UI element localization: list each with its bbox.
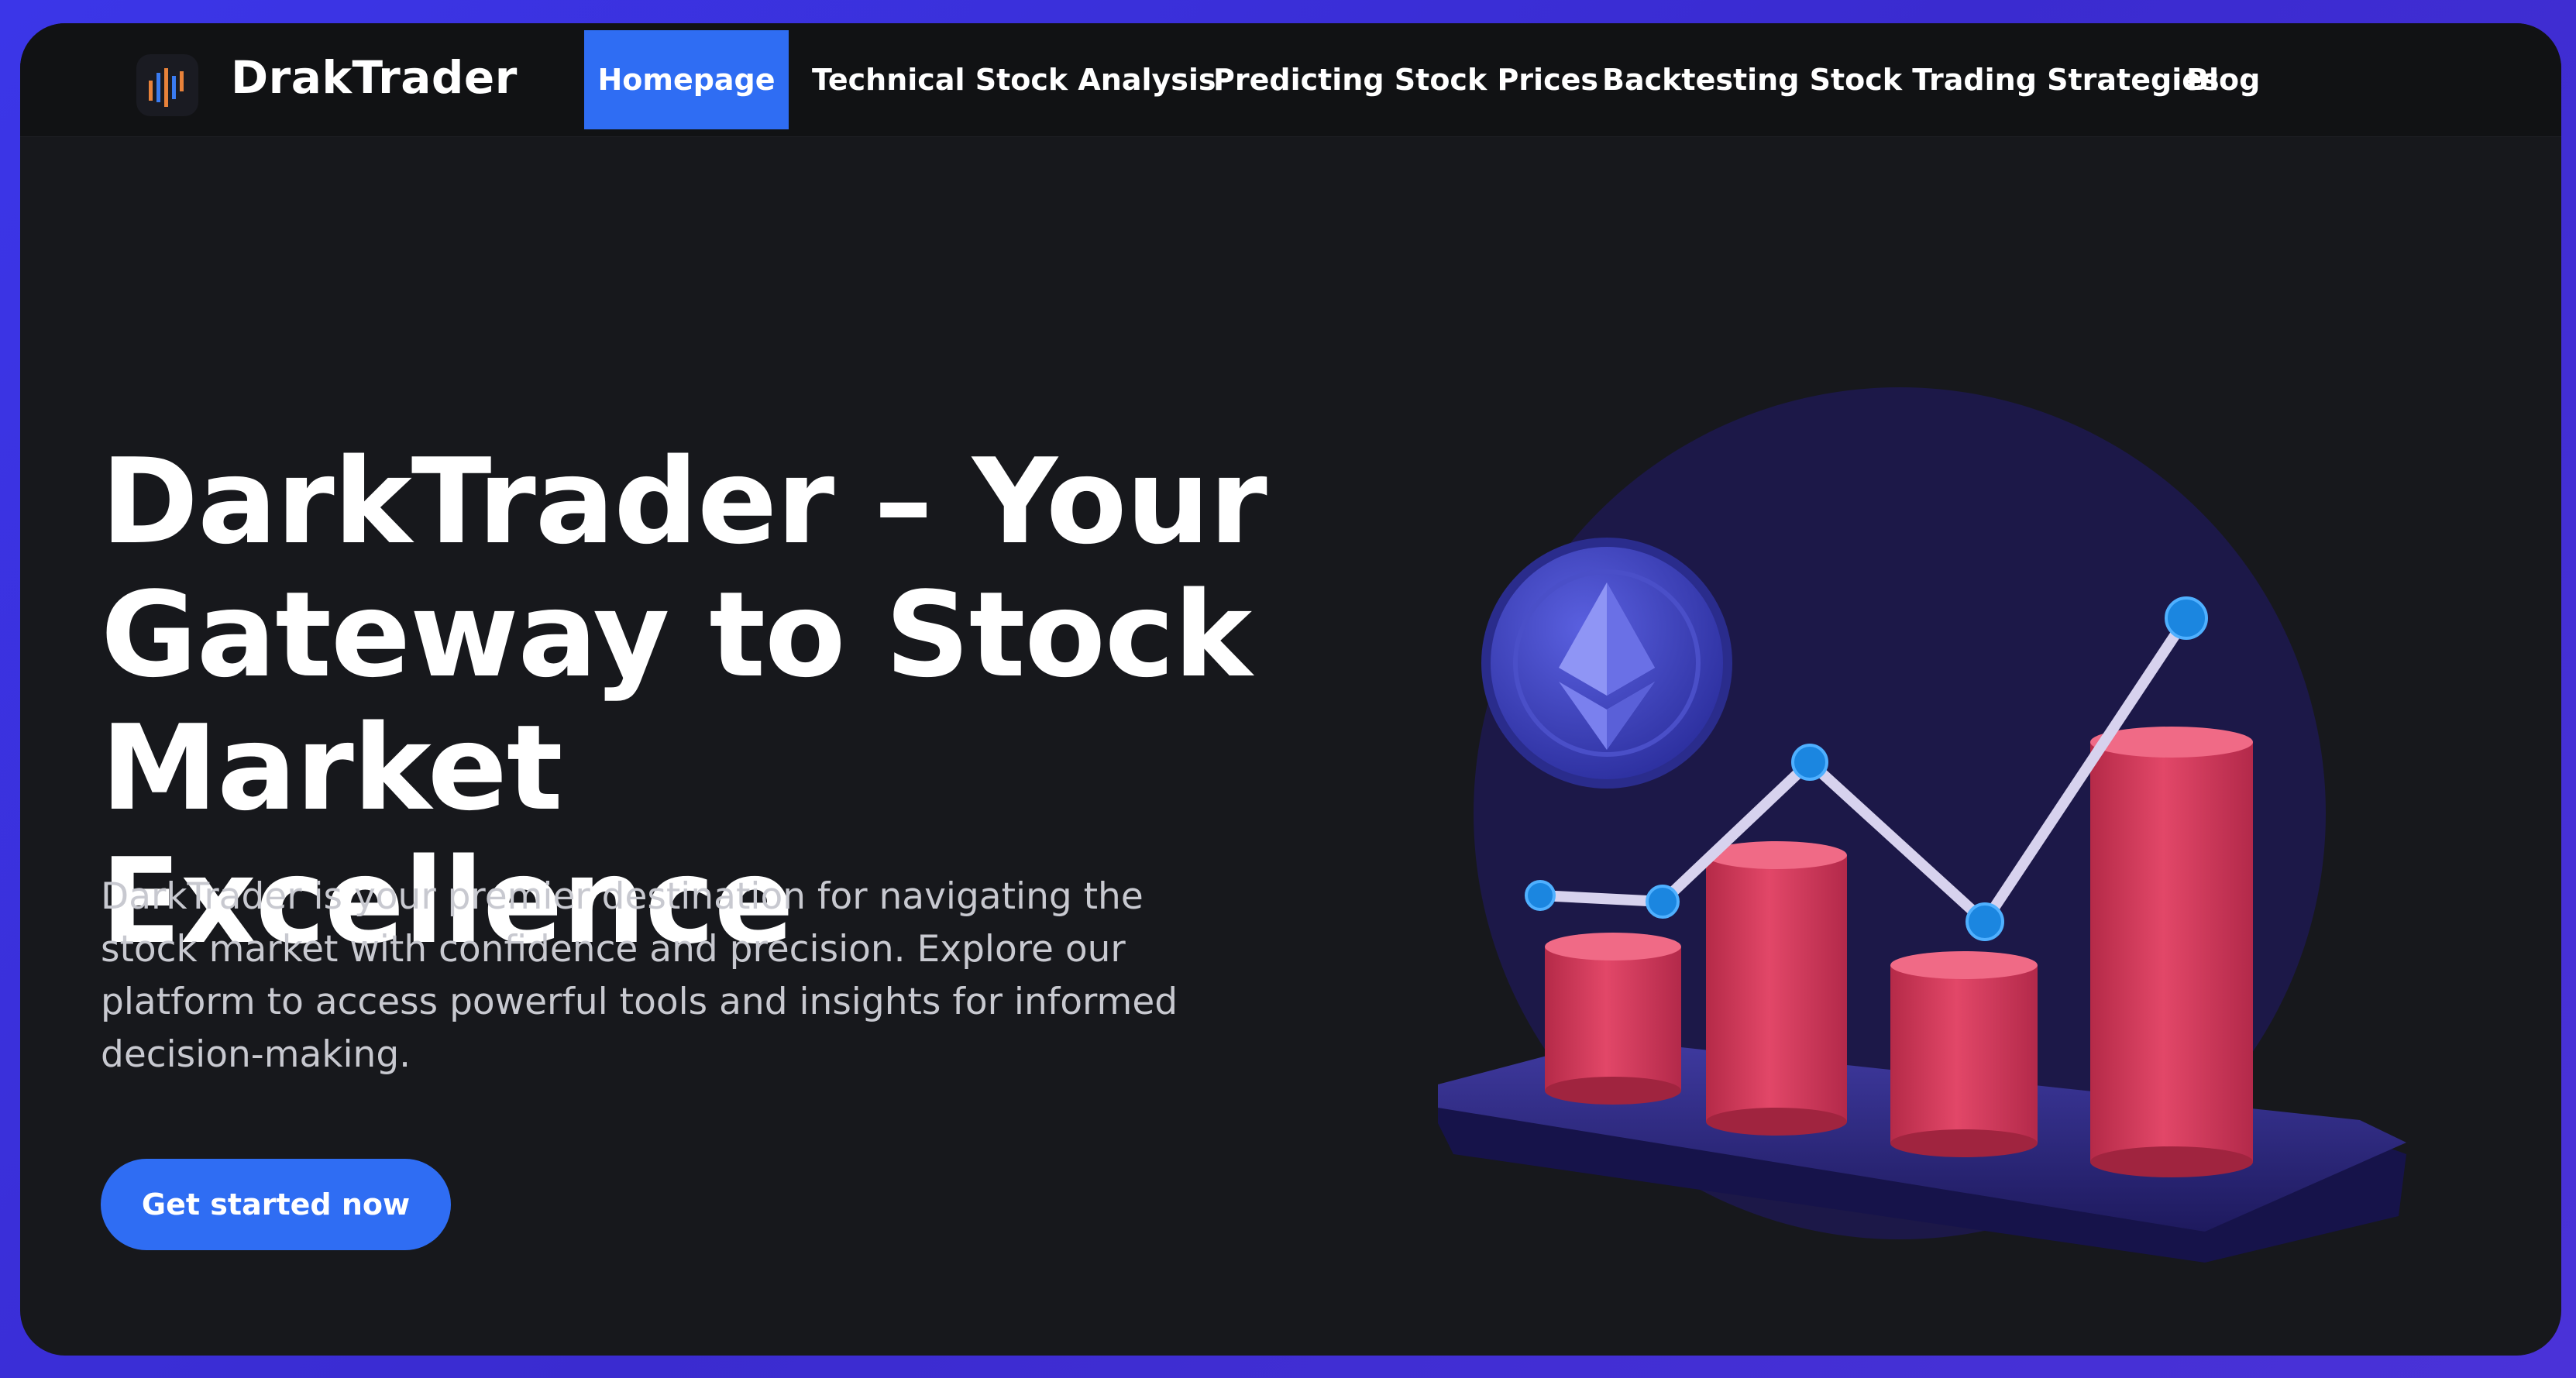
brand-name[interactable]: DrakTrader [231, 51, 518, 104]
navbar: DrakTrader Homepage Technical Stock Anal… [20, 23, 2561, 137]
crypto-growth-bar-chart-illustration [1438, 387, 2406, 1263]
get-started-button[interactable]: Get started now [101, 1159, 451, 1250]
nav-item-backtesting-stock-trading-strategies[interactable]: Backtesting Stock Trading Strategies [1602, 30, 2220, 129]
hero-description: DarkTrader is your premier destination f… [101, 875, 1178, 1076]
nav-item-technical-stock-analysis[interactable]: Technical Stock Analysis [812, 30, 1216, 129]
bar-1 [1545, 933, 1681, 1105]
page-frame: DrakTrader Homepage Technical Stock Anal… [20, 23, 2561, 1356]
bar-4 [2090, 727, 2253, 1177]
ethereum-coin-icon [1481, 538, 1732, 789]
nav-item-predicting-stock-prices[interactable]: Predicting Stock Prices [1213, 30, 1598, 129]
nav-item-blog[interactable]: Blog [2186, 30, 2260, 129]
nav-item-homepage[interactable]: Homepage [584, 30, 789, 129]
bar-3 [1890, 951, 2038, 1157]
bar-2 [1706, 841, 1847, 1136]
bar-chart-logo-icon[interactable] [136, 54, 198, 116]
